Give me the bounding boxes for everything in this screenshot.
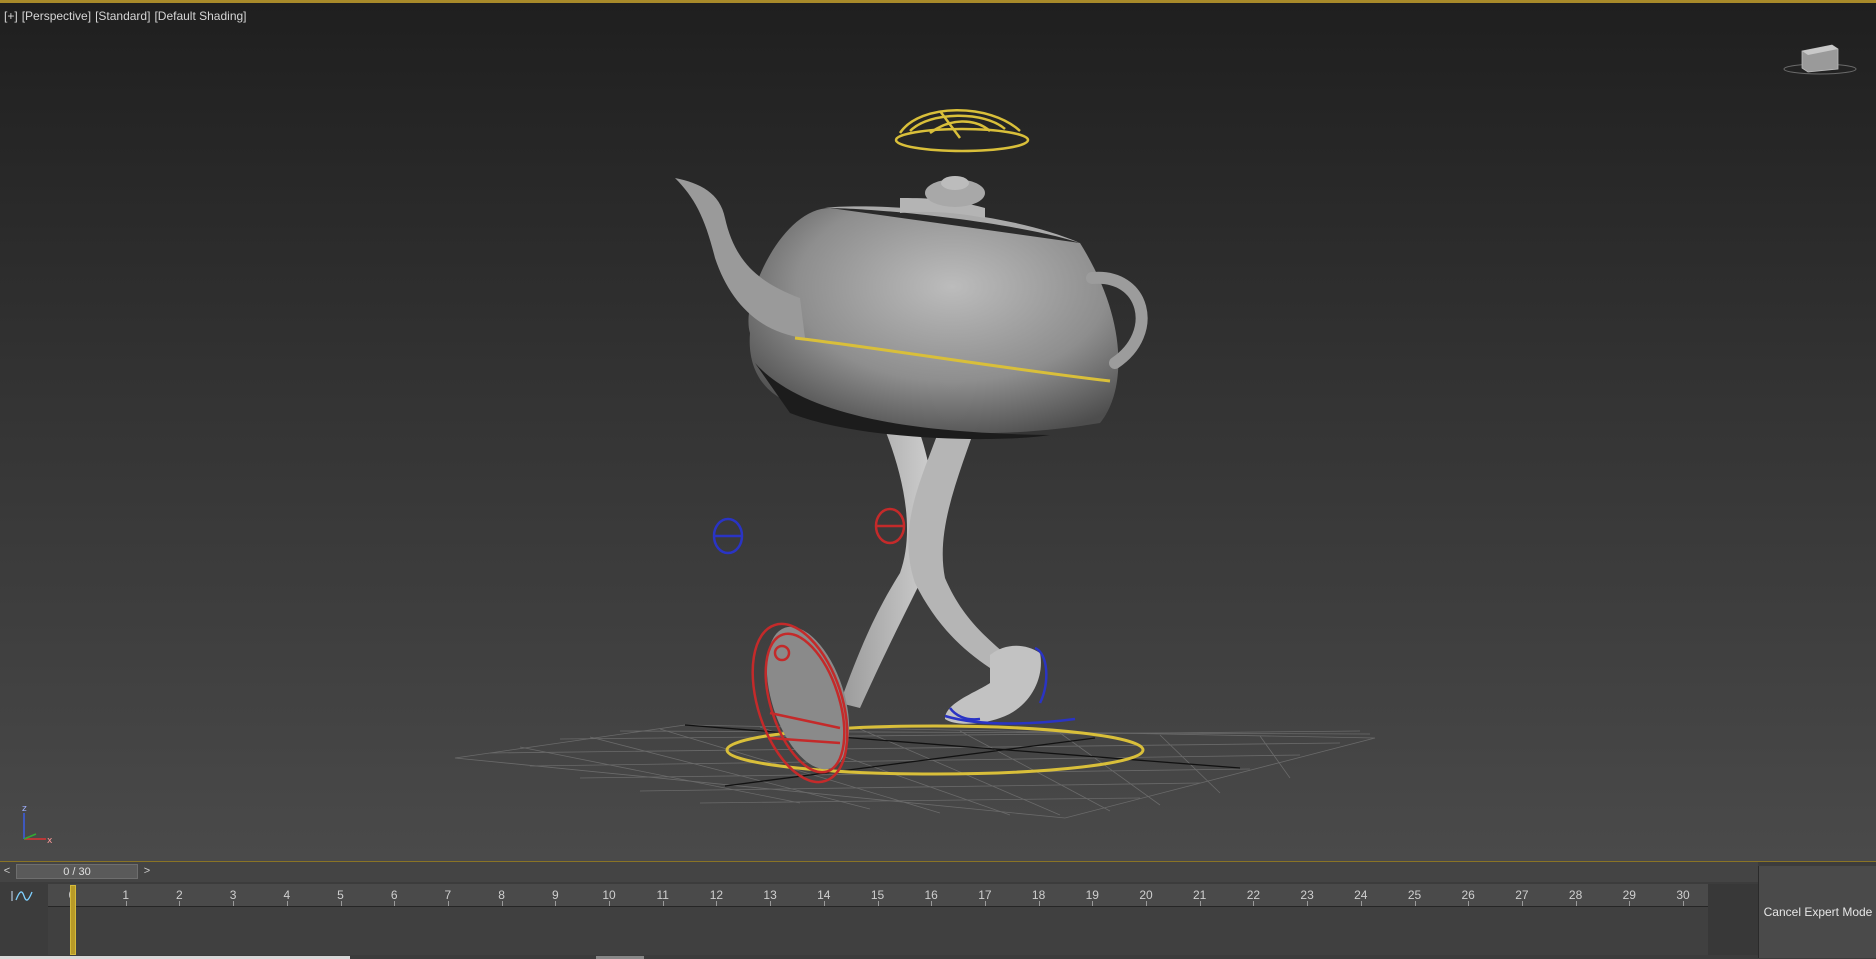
viewport-menu-plus[interactable]: [+] <box>4 9 18 23</box>
timeline-tick-label: 25 <box>1407 888 1422 902</box>
timeline-tick-mark <box>1629 901 1631 906</box>
timeline-tick-label: 29 <box>1622 888 1636 902</box>
timeline-tick-label: 6 <box>390 888 398 902</box>
time-slider-thumb[interactable]: 0 / 30 <box>16 864 138 879</box>
timeline-tick-mark <box>984 901 986 906</box>
timeline-tick-mark <box>877 901 879 906</box>
timeline-tick-mark <box>394 901 396 906</box>
scene-render <box>454 109 1376 819</box>
timeline-tick-label: 21 <box>1193 888 1207 902</box>
timeline-tick-mark <box>1683 901 1684 906</box>
timeline-tick-mark <box>1414 901 1416 906</box>
timeline-tick-mark <box>501 901 503 906</box>
teapot-body <box>675 176 1148 440</box>
timeline-tick-mark <box>770 901 772 906</box>
left-knee-control[interactable] <box>712 517 744 555</box>
timeline-tick-mark <box>1253 901 1255 906</box>
time-slider-bar[interactable]: < 0 / 30 > <box>0 862 1758 882</box>
timeline-tick-label: 30 <box>1676 888 1690 902</box>
perspective-viewport[interactable]: [+] [Perspective] [Standard] [Default Sh… <box>0 3 1876 861</box>
curve-editor-icon[interactable] <box>8 888 38 904</box>
prev-frame-button[interactable]: < <box>0 864 14 879</box>
timeline-tick-mark <box>1146 901 1147 906</box>
current-frame-indicator[interactable] <box>70 885 76 955</box>
timeline-tick-label: 26 <box>1461 888 1475 902</box>
timeline-tick-label: 9 <box>551 888 559 902</box>
lid-control[interactable] <box>894 109 1030 153</box>
timeline-tick-label: 8 <box>498 888 505 902</box>
timeline-tick-mark <box>823 901 825 906</box>
timeline-tick-label: 5 <box>337 888 344 902</box>
timeline-tick-mark <box>447 901 449 906</box>
timeline-tick-label: 27 <box>1515 888 1529 902</box>
timeline-tick-label: 4 <box>283 888 291 902</box>
axis-x-label: x <box>47 836 53 846</box>
timeline-tick-label: 13 <box>763 888 777 902</box>
key-track[interactable] <box>48 907 1708 955</box>
timeline-tick-label: 11 <box>656 888 669 902</box>
timeline-tick-mark <box>931 901 933 906</box>
viewport-view-label[interactable]: [Perspective] <box>22 9 91 23</box>
axis-tripod-icon: z x <box>22 804 53 846</box>
timeline-tick-label: 15 <box>870 888 885 902</box>
timeline-tick-mark <box>125 901 127 906</box>
timeline-tick-label: 23 <box>1300 888 1314 902</box>
timeline-ruler[interactable]: 0123456789101112131415161718192021222324… <box>48 884 1708 907</box>
timeline-tick-label: 7 <box>444 888 452 902</box>
timeline-tick-mark <box>609 901 610 906</box>
timeline-tick-label: 10 <box>602 888 616 902</box>
timeline-tick-mark <box>286 901 288 906</box>
viewport-mode-label[interactable]: [Standard] <box>95 9 150 23</box>
next-frame-button[interactable]: > <box>140 864 154 879</box>
timeline-tick-label: 24 <box>1354 888 1368 902</box>
timeline-tick-label: 17 <box>978 888 992 902</box>
timeline-tick-mark <box>662 901 664 906</box>
timeline-tick-mark <box>1360 901 1362 906</box>
timeline-tick-mark <box>340 901 342 906</box>
right-foot <box>945 645 1041 724</box>
cancel-expert-mode-button[interactable]: Cancel Expert Mode <box>1758 866 1876 958</box>
timeline-tick-mark <box>1575 901 1577 906</box>
timeline-tick-label: 28 <box>1568 888 1583 902</box>
timeline-panel: < 0 / 30 > 01234567891011121314151617181… <box>0 861 1876 959</box>
viewcube-icon[interactable] <box>1780 39 1860 79</box>
timeline-tick-label: 1 <box>122 888 130 902</box>
axis-z-label: z <box>22 804 27 814</box>
timeline-tick-mark <box>1468 901 1470 906</box>
timeline-tick-mark <box>1307 901 1309 906</box>
timeline-tick-mark <box>233 901 235 906</box>
timeline-tick-label: 2 <box>176 888 183 902</box>
timeline-tick-label: 19 <box>1085 888 1099 902</box>
timeline-tick-mark <box>1092 901 1094 906</box>
timeline-tick-label: 12 <box>709 888 724 902</box>
viewport-shading-label[interactable]: [Default Shading] <box>154 9 246 23</box>
timeline-tick-mark <box>716 901 718 906</box>
timeline-tick-label: 22 <box>1246 888 1261 902</box>
timeline-tick-mark <box>1199 901 1201 906</box>
timeline-tick-label: 18 <box>1031 888 1046 902</box>
timeline-tick-label: 16 <box>924 888 938 902</box>
timeline-tick-mark <box>1038 901 1040 906</box>
viewport-label: [+] [Perspective] [Standard] [Default Sh… <box>4 9 247 23</box>
ground-grid <box>454 724 1376 819</box>
right-knee-control[interactable] <box>874 507 906 545</box>
timeline-tick-label: 20 <box>1139 888 1153 902</box>
timeline-tick-mark <box>555 901 557 906</box>
timeline-right-filler <box>1708 884 1758 955</box>
timeline-tick-label: 14 <box>817 888 831 902</box>
timeline-tick-label: 3 <box>229 888 237 902</box>
timeline-tick-mark <box>179 901 181 906</box>
timeline-tick-mark <box>1521 901 1523 906</box>
